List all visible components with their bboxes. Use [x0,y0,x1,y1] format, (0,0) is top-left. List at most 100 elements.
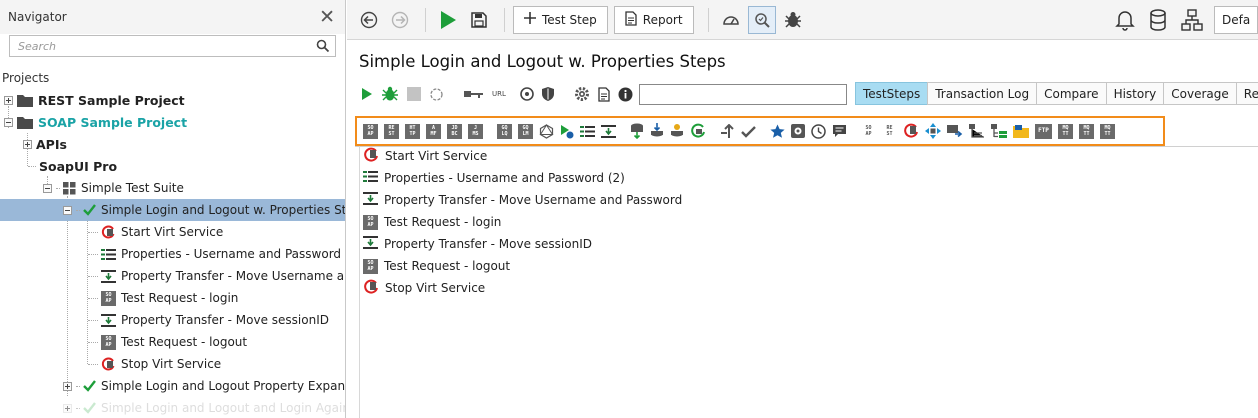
bug-icon[interactable] [779,6,807,34]
step-row[interactable]: Property Transfer - Move sessionID [363,233,592,255]
mqtt-publish-icon[interactable]: MQ TT [1058,123,1073,139]
soap-request-icon[interactable]: SO AP [363,123,378,139]
tree-item-testcase-selected[interactable]: Simple Login and Logout w. Properties St… [0,199,345,221]
load-test-icon[interactable] [717,6,745,34]
expand-icon[interactable] [63,381,72,391]
tree-step[interactable]: SO AP Test Request - logout [0,331,345,353]
close-icon[interactable]: ✕ [319,7,335,27]
folder-icon[interactable] [1013,124,1029,138]
tree-step[interactable]: Properties - Username and Password ... [0,243,345,265]
datasink-icon[interactable] [650,123,664,139]
amf-request-icon[interactable]: A MF [426,123,441,139]
navigator-search [9,35,336,57]
transfer-icon[interactable] [601,124,616,138]
jdbc-request-icon[interactable]: JD BC [447,123,462,139]
send-message-icon[interactable] [947,124,963,138]
tree-list-icon[interactable] [991,124,1007,138]
tree-item-testcase[interactable]: Simple Login and Logout and Login Again [0,397,345,418]
jms-request-icon[interactable]: J MS [468,123,483,139]
step-row[interactable]: SO AP Test Request - logout [363,255,510,277]
expand-icon[interactable] [63,403,72,413]
rest-mock-response-icon[interactable]: RE ST [882,123,897,139]
url-label[interactable]: URL [492,90,506,98]
virt-stop-icon [101,357,116,372]
receive-message-icon[interactable] [969,124,985,138]
mqtt-drop-icon[interactable]: MQ TT [1079,123,1094,139]
save-icon[interactable] [465,6,493,34]
debug-bug-icon[interactable] [381,86,399,102]
run-icon[interactable] [434,6,462,34]
expand-icon[interactable] [23,139,32,149]
datasource-icon[interactable] [630,123,644,139]
tree-item-apis[interactable]: APIs [0,133,345,155]
security-scan-icon[interactable] [747,5,776,34]
virt-start-icon[interactable] [903,123,919,139]
datasource-loop-icon[interactable] [690,123,706,139]
step-row[interactable]: Stop Virt Service [363,277,485,299]
tree-step[interactable]: Stop Virt Service [0,353,345,375]
tree-item-testcase[interactable]: Simple Login and Logout Property Expansi… [0,375,345,397]
rest-request-icon[interactable]: RE ST [384,123,399,139]
tree-step[interactable]: Property Transfer - Move Username a... [0,265,345,287]
tab-coverage[interactable]: Coverage [1163,82,1237,105]
tab-history[interactable]: History [1105,82,1165,105]
shield-icon[interactable] [541,87,554,101]
notifications-icon[interactable] [1115,9,1135,34]
network-icon[interactable] [1181,9,1203,34]
tree-project-soap[interactable]: SOAP Sample Project [0,111,345,133]
step-row[interactable]: Properties - Username and Password (2) [363,167,625,189]
gauge-icon[interactable] [520,87,534,101]
step-row[interactable]: Start Virt Service [363,145,487,167]
star-icon[interactable] [770,124,785,139]
stop-icon[interactable] [407,87,421,101]
datagen-icon[interactable] [670,123,684,139]
search-icon[interactable] [316,39,330,56]
step-row[interactable]: Property Transfer - Move Username and Pa… [363,189,682,211]
manual-step-icon[interactable] [832,124,847,139]
conditional-goto-icon[interactable] [720,123,735,139]
step-row[interactable]: SO AP Test Request - login [363,211,501,233]
document-icon[interactable] [598,86,610,102]
soap-mock-response-icon[interactable]: SO AP [861,123,876,139]
key-icon[interactable] [464,89,484,99]
tree-item-test-suite[interactable]: Simple Test Suite [0,177,345,199]
tree-step[interactable]: Start Virt Service [0,221,345,243]
forward-icon[interactable] [386,6,414,34]
tab-transaction-log[interactable]: Transaction Log [927,82,1038,105]
tab-teststeps[interactable]: TestSteps [855,82,929,105]
collapse-icon[interactable] [63,205,72,215]
loop-icon[interactable] [429,87,444,102]
settings-gear-icon[interactable] [574,86,590,102]
ftp-icon[interactable]: FTP [1035,123,1052,139]
back-icon[interactable] [355,6,383,34]
info-icon[interactable] [618,87,633,102]
groovy-script-icon[interactable] [791,124,805,138]
graphql-mutation-icon[interactable]: GQ LM [518,123,533,139]
expand-icon[interactable] [4,95,13,105]
database-icon[interactable] [1149,9,1167,34]
search-input[interactable] [10,36,335,56]
tab-compare[interactable]: Compare [1036,82,1107,105]
run-testcase-icon[interactable] [560,124,574,139]
collapse-icon[interactable] [43,183,52,193]
main-panel: Test Step Report Defa Simple Login and L… [347,0,1258,418]
report-button[interactable]: Report [613,5,694,34]
collapse-icon[interactable] [4,117,13,127]
tree-step[interactable]: Property Transfer - Move sessionID [0,309,345,331]
add-test-step-button[interactable]: Test Step [513,5,608,34]
graphql-query-icon[interactable]: GQ LQ [497,123,512,139]
run-icon[interactable] [361,87,373,101]
graphql-icon[interactable] [539,123,554,139]
testcase-filter-input[interactable] [639,84,847,105]
environment-select[interactable]: Defa [1214,6,1258,34]
tree-item-soapui-pro[interactable]: SoapUI Pro [0,155,345,177]
tree-project-rest[interactable]: REST Sample Project [0,89,345,111]
mqtt-receive-icon[interactable]: MQ TT [1100,123,1115,139]
delay-clock-icon[interactable] [811,123,826,139]
tree-step[interactable]: SO AP Test Request - login [0,287,345,309]
tab-requirements[interactable]: Requirements [1235,82,1258,105]
service-virt-icon[interactable] [925,123,941,139]
http-request-icon[interactable]: HT TP [405,123,420,139]
properties-icon[interactable] [580,125,595,138]
assertion-icon[interactable] [741,125,756,138]
